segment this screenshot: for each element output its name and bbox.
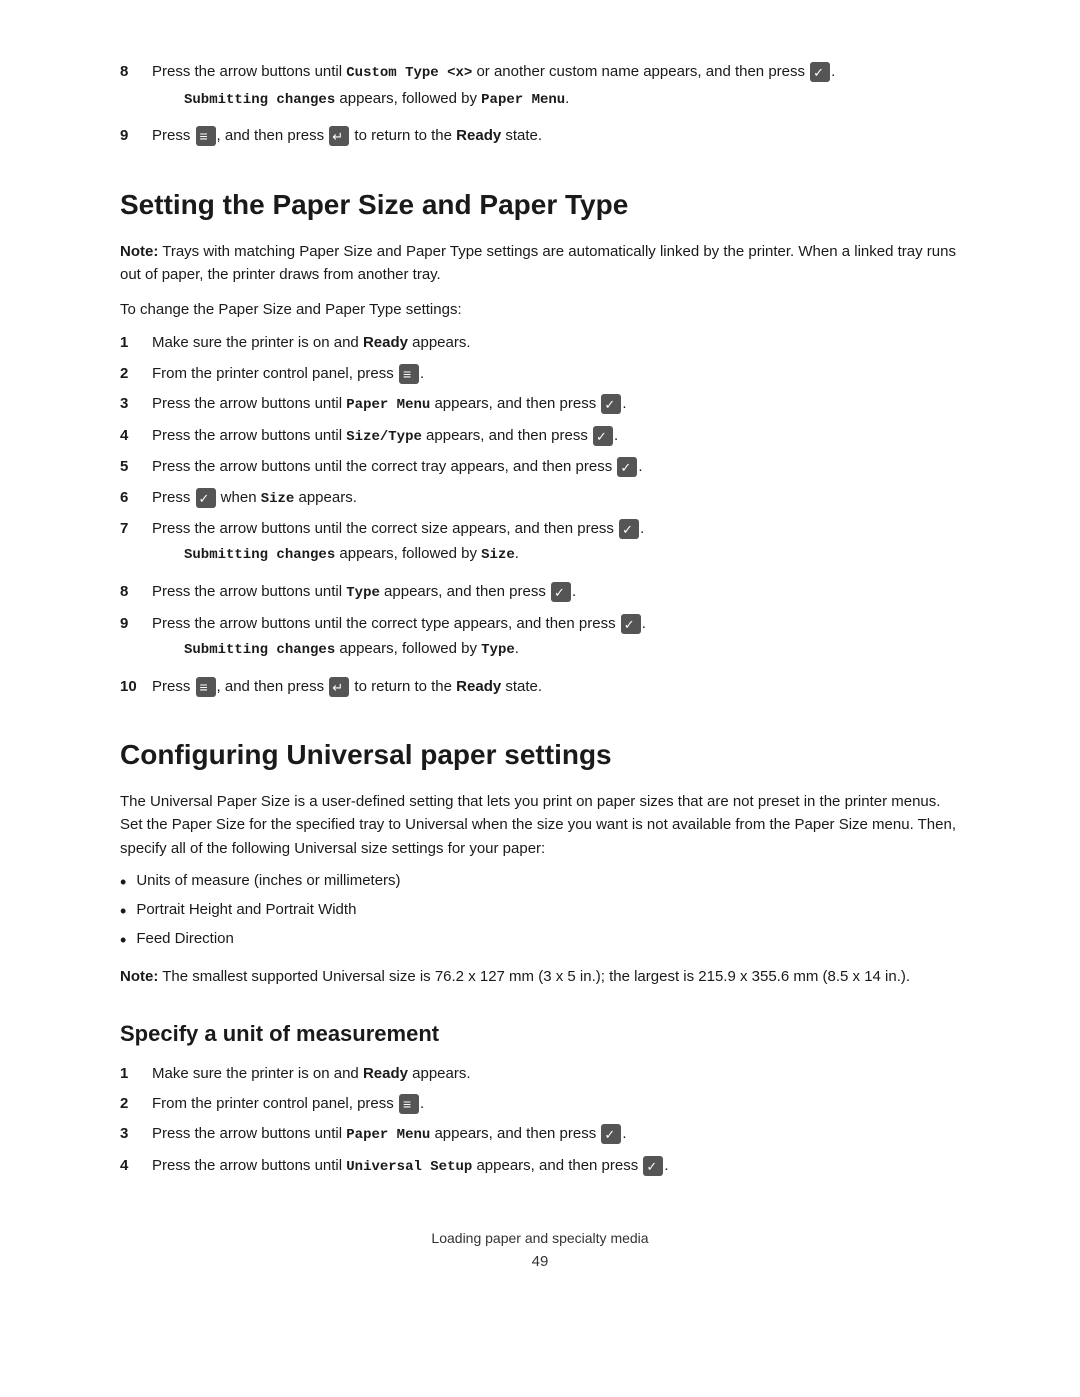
step-9-top: 9 Press , and then press to return to th… [120, 124, 960, 147]
s1-step-3: 3 Press the arrow buttons until Paper Me… [120, 392, 960, 417]
menu-icon-ss-2 [399, 1094, 419, 1114]
s1-num-8: 8 [120, 580, 152, 603]
check-icon-s1-9 [621, 614, 641, 634]
s1-step-7: 7 Press the arrow buttons until the corr… [120, 517, 960, 573]
check-icon-s1-5 [617, 457, 637, 477]
sub-step-s1-7: Submitting changes appears, followed by … [184, 542, 960, 567]
s1-step-10: 10 Press , and then press to return to t… [120, 675, 960, 698]
check-icon-s1-3 [601, 394, 621, 414]
mono-size-s1: Size [261, 491, 295, 507]
return-icon-9t [329, 126, 349, 146]
check-icon-8t [810, 62, 830, 82]
mono-paper-menu-ss: Paper Menu [346, 1127, 430, 1143]
ready-s1-1: Ready [363, 334, 408, 351]
s1-step-6: 6 Press when Size appears. [120, 486, 960, 511]
section2-intro: The Universal Paper Size is a user-defin… [120, 790, 960, 860]
s1-num-4: 4 [120, 424, 152, 447]
s1-step-1: 1 Make sure the printer is on and Ready … [120, 331, 960, 354]
check-icon-ss-3 [601, 1124, 621, 1144]
menu-icon-s1-10 [196, 677, 216, 697]
mono-submitting-s1-9: Submitting changes [184, 642, 335, 658]
footer-text: Loading paper and specialty media [120, 1228, 960, 1249]
check-icon-s1-7 [619, 519, 639, 539]
bullet-3: Feed Direction [120, 928, 960, 953]
s1-num-6: 6 [120, 486, 152, 509]
ss-num-3: 3 [120, 1122, 152, 1145]
sub-step-8t: Submitting changes appears, followed by … [184, 87, 960, 112]
mono-paper-menu-1: Paper Menu [481, 92, 565, 108]
mono-custom-type: Custom Type <x> [346, 65, 472, 81]
mono-size-sub-s1-7: Size [481, 547, 515, 563]
ss-num-4: 4 [120, 1154, 152, 1177]
page-number: 49 [120, 1251, 960, 1274]
s1-num-9: 9 [120, 612, 152, 635]
ss-step-1: 1 Make sure the printer is on and Ready … [120, 1062, 960, 1085]
mono-sizetype: Size/Type [346, 429, 422, 445]
section1-note: Note: Trays with matching Paper Size and… [120, 240, 960, 287]
s1-num-7: 7 [120, 517, 152, 540]
ready-s1-10: Ready [456, 678, 501, 695]
mono-universal-setup: Universal Setup [346, 1159, 472, 1175]
check-icon-s1-8 [551, 582, 571, 602]
step-8-top: 8 Press the arrow buttons until Custom T… [120, 60, 960, 117]
s1-num-1: 1 [120, 331, 152, 354]
s1-step-4: 4 Press the arrow buttons until Size/Typ… [120, 424, 960, 449]
ss-step-3: 3 Press the arrow buttons until Paper Me… [120, 1122, 960, 1147]
note-text-1: Trays with matching Paper Size and Paper… [120, 243, 956, 283]
section2-heading: Configuring Universal paper settings [120, 734, 960, 776]
mono-type-sub-s1-9: Type [481, 642, 515, 658]
section1-intro: To change the Paper Size and Paper Type … [120, 298, 960, 321]
check-icon-s1-4 [593, 426, 613, 446]
mono-type-s1: Type [346, 585, 380, 601]
return-icon-s1-10 [329, 677, 349, 697]
ss-num-2: 2 [120, 1092, 152, 1115]
note-text-2: The smallest supported Universal size is… [158, 968, 910, 985]
ready-ss-1: Ready [363, 1065, 408, 1082]
bullet-1: Units of measure (inches or millimeters) [120, 870, 960, 895]
ready-label-9t: Ready [456, 127, 501, 144]
s1-step-8: 8 Press the arrow buttons until Type app… [120, 580, 960, 605]
check-icon-ss-4 [643, 1156, 663, 1176]
note-label-1: Note: [120, 243, 158, 260]
s1-num-10: 10 [120, 675, 152, 698]
mono-submitting-s1-7: Submitting changes [184, 547, 335, 563]
bullet-2: Portrait Height and Portrait Width [120, 899, 960, 924]
note-label-2: Note: [120, 968, 158, 985]
ss-step-2: 2 From the printer control panel, press … [120, 1092, 960, 1115]
section1-steps-list: 1 Make sure the printer is on and Ready … [120, 331, 960, 698]
s1-step-2: 2 From the printer control panel, press … [120, 362, 960, 385]
ss-num-1: 1 [120, 1062, 152, 1085]
top-steps-list: 8 Press the arrow buttons until Custom T… [120, 60, 960, 148]
mono-paper-menu-s1: Paper Menu [346, 397, 430, 413]
mono-submitting-1: Submitting changes [184, 92, 335, 108]
check-icon-s1-6 [196, 488, 216, 508]
menu-icon-9t [196, 126, 216, 146]
ss-step-4: 4 Press the arrow buttons until Universa… [120, 1154, 960, 1179]
s1-num-5: 5 [120, 455, 152, 478]
subsection-steps-list: 1 Make sure the printer is on and Ready … [120, 1062, 960, 1179]
s1-step-5: 5 Press the arrow buttons until the corr… [120, 455, 960, 478]
s1-num-3: 3 [120, 392, 152, 415]
section2-bullets: Units of measure (inches or millimeters)… [120, 870, 960, 954]
page-footer: Loading paper and specialty media 49 [120, 1228, 960, 1274]
section2-note: Note: The smallest supported Universal s… [120, 965, 960, 988]
step-num-8t: 8 [120, 60, 152, 83]
s1-step-9: 9 Press the arrow buttons until the corr… [120, 612, 960, 668]
sub-step-s1-9: Submitting changes appears, followed by … [184, 637, 960, 662]
subsection-heading: Specify a unit of measurement [120, 1017, 960, 1050]
section1-heading: Setting the Paper Size and Paper Type [120, 184, 960, 226]
step-num-9t: 9 [120, 124, 152, 147]
s1-num-2: 2 [120, 362, 152, 385]
menu-icon-s1-2 [399, 364, 419, 384]
